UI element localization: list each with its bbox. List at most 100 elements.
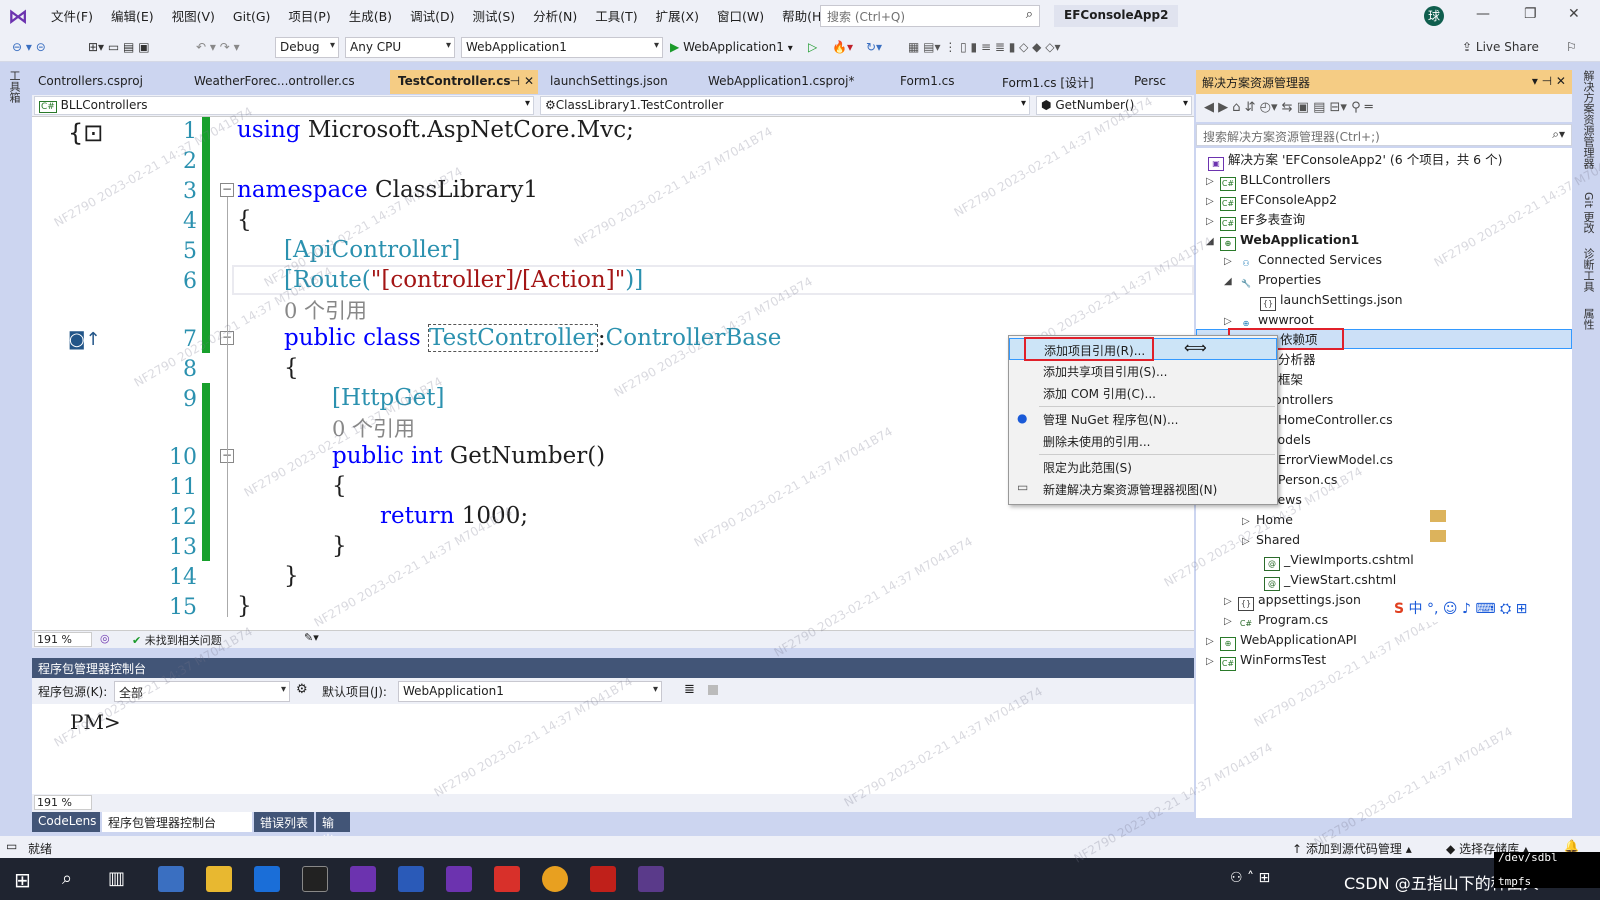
windows-start-icon[interactable]: ⊞ bbox=[14, 868, 31, 892]
bell-icon[interactable]: 🔔 bbox=[1564, 839, 1579, 853]
tab-codelens[interactable]: CodeLens bbox=[32, 812, 100, 832]
tab-launchsettings[interactable]: launchSettings.json bbox=[542, 70, 694, 94]
search-box[interactable]: 搜索 (Ctrl+Q) ⌕ bbox=[820, 5, 1040, 27]
member-dropdown[interactable]: ⬢ GetNumber() bbox=[1036, 96, 1192, 115]
class-name[interactable]: TestController bbox=[428, 324, 598, 352]
tab-controllers-csproj[interactable]: Controllers.csproj bbox=[30, 70, 180, 94]
tab-weatherforecast-controller[interactable]: WeatherForec...ontroller.cs bbox=[186, 70, 382, 94]
tree-node-file[interactable]: @ _ViewImports.cshtml bbox=[1264, 550, 1414, 571]
menu-new-explorer-view[interactable]: 新建解决方案资源管理器视图(N) bbox=[1009, 478, 1277, 500]
file-explorer-icon[interactable] bbox=[206, 866, 232, 892]
codelens-references[interactable]: 0 个引用 bbox=[332, 413, 415, 443]
add-to-source-control[interactable]: ↑ 添加到源代码管理 ▴ bbox=[1292, 840, 1412, 857]
live-share-button[interactable]: ⇪ Live Share bbox=[1462, 36, 1539, 58]
menu-analyze[interactable]: 分析(N) bbox=[524, 8, 586, 26]
tree-node-project[interactable]: ▷ C# WinFormsTest bbox=[1206, 650, 1326, 672]
pmc-zoom-dropdown[interactable]: 191 % bbox=[34, 795, 92, 810]
menu-test[interactable]: 测试(S) bbox=[463, 8, 524, 26]
tab-solution-explorer[interactable]: 解决方案资源管理器 bbox=[1580, 70, 1596, 169]
tab-close-icon[interactable]: ⊣ ✕ bbox=[510, 74, 534, 88]
collapse-icon[interactable]: − bbox=[220, 183, 234, 197]
run-without-debug-icon[interactable]: ▷ bbox=[808, 36, 817, 58]
cleanup-icon[interactable]: ✎▾ bbox=[304, 631, 319, 644]
tree-node-folder[interactable]: ▷ Home bbox=[1242, 510, 1446, 532]
menu-git[interactable]: Git(G) bbox=[224, 8, 280, 26]
configuration-dropdown[interactable]: Debug bbox=[275, 37, 339, 58]
expand-icon[interactable]: ▷ bbox=[1206, 652, 1220, 672]
tree-node-file[interactable]: ▷{} appsettings.json bbox=[1224, 590, 1361, 611]
tree-node[interactable]: 框架 bbox=[1278, 370, 1303, 390]
notification-icon[interactable]: ▭ bbox=[6, 839, 17, 853]
restore-icon[interactable]: ❐ bbox=[1524, 6, 1537, 22]
platform-dropdown[interactable]: Any CPU bbox=[345, 37, 455, 58]
menu-scope-to-this[interactable]: 限定为此范围(S) bbox=[1009, 456, 1277, 478]
tab-properties[interactable]: 属性 bbox=[1580, 308, 1596, 330]
filezilla-icon[interactable] bbox=[590, 866, 616, 892]
run-button[interactable]: ▶ WebApplication1 ▾ bbox=[670, 37, 793, 58]
codelens-references[interactable]: 0 个引用 bbox=[284, 295, 367, 325]
ime-toolbar[interactable]: S 中 °, ☺ ♪ ⌨ ⛭ ⊞ bbox=[1394, 598, 1572, 622]
expand-icon[interactable]: ▷ bbox=[1224, 612, 1238, 632]
tree-node[interactable]: ◢ 🔧 Properties bbox=[1224, 270, 1321, 290]
new-project-icon[interactable]: ⊞▾ ▭ ▤ ▣ bbox=[88, 36, 150, 58]
tab-diagnostics[interactable]: 诊断工具 bbox=[1580, 248, 1596, 292]
app-icon[interactable] bbox=[158, 866, 184, 892]
tree-node-project[interactable]: ▷ C# BLLControllers bbox=[1206, 170, 1331, 192]
pane-controls-icon[interactable]: ▾ ⊣ ✕ bbox=[1532, 74, 1566, 88]
class-dropdown[interactable]: ⚙ClassLibrary1.TestController bbox=[540, 96, 1030, 115]
tree-node-file[interactable]: @ _ViewStart.cshtml bbox=[1264, 570, 1396, 591]
stop-icon[interactable] bbox=[708, 685, 718, 695]
refresh-icon[interactable]: ↻▾ bbox=[866, 36, 882, 58]
tree-node-file[interactable]: HomeController.cs bbox=[1278, 410, 1393, 430]
pmc-console[interactable]: PM> bbox=[32, 704, 1194, 794]
terminal-icon[interactable] bbox=[302, 866, 328, 892]
tab-error-list[interactable]: 错误列表 bbox=[254, 812, 314, 832]
app-icon[interactable] bbox=[638, 866, 664, 892]
visual-studio-icon[interactable] bbox=[350, 866, 376, 892]
tree-node[interactable]: ▷ ⊕ wwwroot bbox=[1224, 310, 1314, 330]
project-dropdown[interactable]: C# BLLControllers bbox=[34, 96, 534, 115]
clear-console-icon[interactable]: ≣ bbox=[684, 682, 695, 697]
collapse-icon[interactable]: ◢ bbox=[1206, 232, 1220, 252]
ai-icon[interactable]: ◎ bbox=[100, 632, 110, 645]
menu-tools[interactable]: 工具(T) bbox=[586, 8, 646, 26]
expand-icon[interactable]: ▷ bbox=[1206, 192, 1220, 212]
menu-remove-unused-references[interactable]: 删除未使用的引用... bbox=[1009, 430, 1277, 452]
menu-build[interactable]: 生成(B) bbox=[340, 8, 401, 26]
tab-package-manager-console[interactable]: 程序包管理器控制台 bbox=[102, 812, 252, 832]
codelens-override-icon[interactable]: ◙↑ bbox=[68, 329, 101, 350]
issues-indicator[interactable]: ✔ 未找到相关问题 bbox=[132, 632, 222, 648]
menu-project[interactable]: 项目(P) bbox=[279, 8, 339, 26]
expand-icon[interactable]: ▷ bbox=[1224, 252, 1238, 272]
expand-icon[interactable]: ▷ bbox=[1242, 512, 1256, 532]
tree-node-file[interactable]: ▷ C# Program.cs bbox=[1224, 610, 1328, 630]
menu-edit[interactable]: 编辑(E) bbox=[102, 8, 163, 26]
search-icon[interactable]: ⌕ bbox=[62, 868, 72, 889]
tab-form1-cs[interactable]: Form1.cs bbox=[892, 70, 988, 94]
tree-node-solution[interactable]: ▣ 解决方案 'EFConsoleApp2' (6 个项目，共 6 个) bbox=[1208, 150, 1502, 171]
tree-node-project[interactable]: ▷ C# EF多表查询 bbox=[1206, 210, 1305, 231]
collapse-icon[interactable]: ◢ bbox=[1224, 272, 1238, 292]
menu-manage-nuget[interactable]: 管理 NuGet 程序包(N)... bbox=[1009, 408, 1277, 430]
tab-webapp-csproj[interactable]: WebApplication1.csproj* bbox=[700, 70, 886, 94]
tree-node-project[interactable]: ◢ ⊕ WebApplication1 bbox=[1206, 230, 1359, 252]
wps-icon[interactable] bbox=[494, 866, 520, 892]
solution-explorer-tool-icons[interactable]: ◀ ▶ ⌂ ⇵ ◴▾ ⇆ ▣ ▤ ⊟▾ ⚲ ═ bbox=[1204, 100, 1373, 115]
close-icon[interactable]: ✕ bbox=[1568, 6, 1580, 22]
tab-output[interactable]: 输出 bbox=[316, 812, 350, 847]
expand-icon[interactable]: ▷ bbox=[1206, 172, 1220, 192]
tree-node-folder[interactable]: ▷ Shared bbox=[1242, 530, 1446, 550]
menu-window[interactable]: 窗口(W) bbox=[708, 8, 773, 26]
back-icon[interactable]: ⊖ ▾ ⊝ bbox=[12, 36, 46, 58]
tab-person[interactable]: Persc bbox=[1126, 70, 1190, 94]
default-project-dropdown[interactable]: WebApplication1 bbox=[398, 681, 662, 702]
task-view-icon[interactable]: ▥ bbox=[108, 868, 125, 889]
menu-add-shared-reference[interactable]: 添加共享项目引用(S)... bbox=[1009, 360, 1277, 382]
chrome-icon[interactable] bbox=[542, 866, 568, 892]
tree-node[interactable]: 分析器 bbox=[1278, 350, 1316, 370]
tree-node[interactable]: iews bbox=[1274, 490, 1302, 510]
toolbox-tab[interactable]: 工具箱 bbox=[6, 70, 22, 103]
tab-git-changes[interactable]: Git 更改 bbox=[1580, 192, 1596, 233]
startup-project-dropdown[interactable]: WebApplication1 bbox=[461, 37, 663, 58]
tree-node-project[interactable]: ▷ ⊕ WebApplicationAPI bbox=[1206, 630, 1357, 651]
